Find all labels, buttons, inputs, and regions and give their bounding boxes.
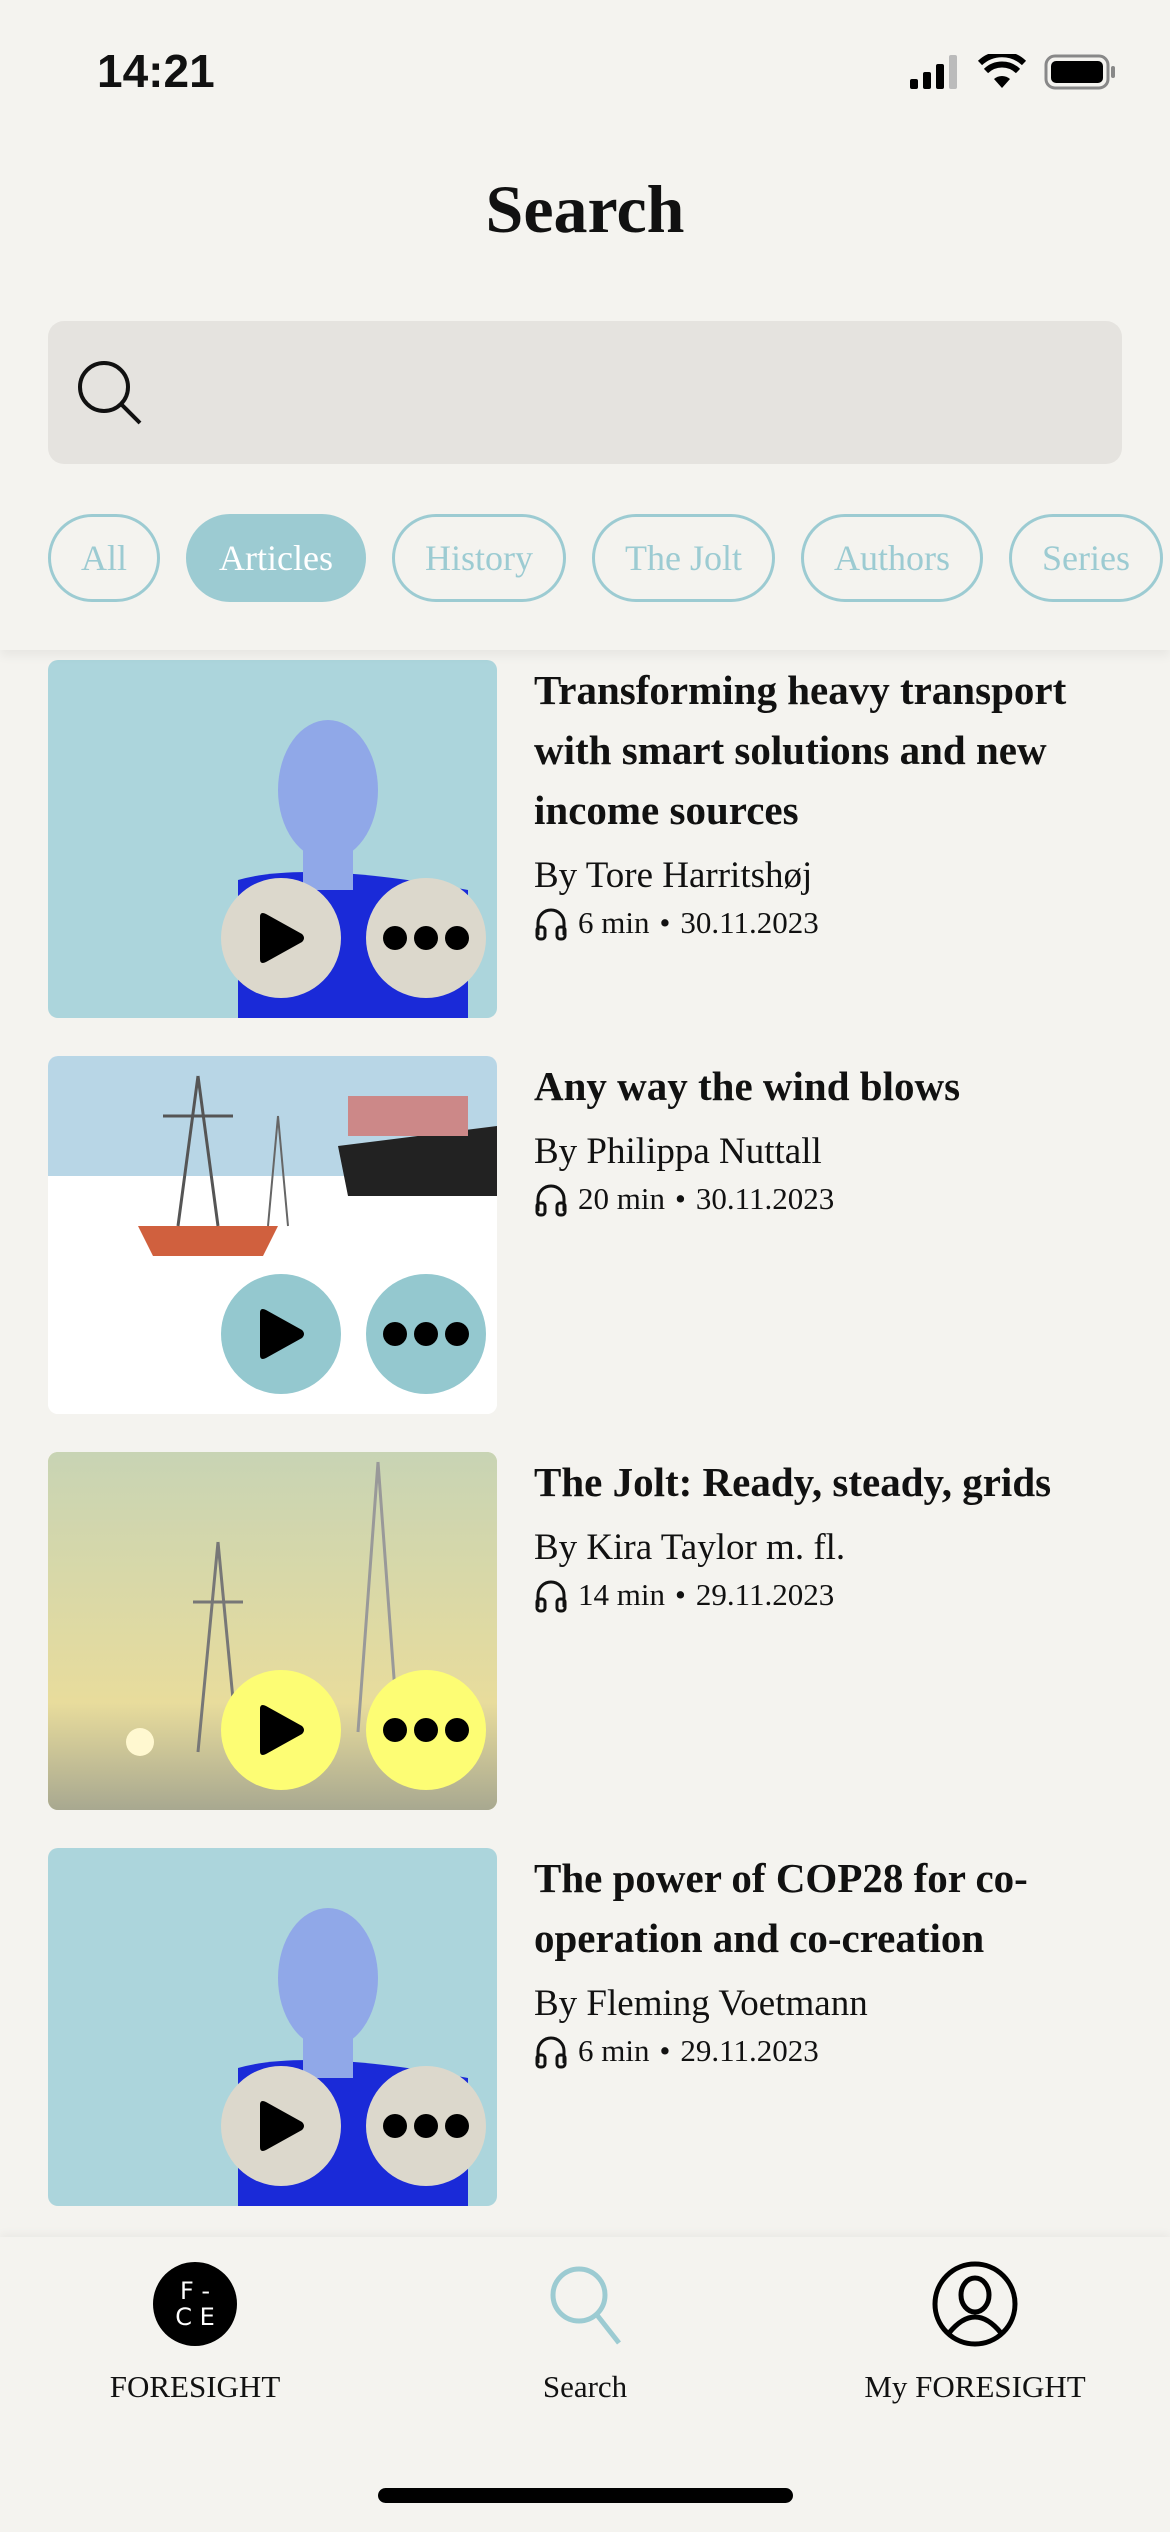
profile-icon — [932, 2261, 1018, 2347]
foresight-logo-icon: F -C E — [153, 2262, 237, 2346]
headphones-icon — [535, 1184, 567, 1217]
search-input[interactable] — [48, 321, 1122, 464]
article-duration: 14 min — [578, 1577, 665, 1612]
filter-chip-history[interactable]: History — [391, 514, 566, 602]
article-author: By Kira Taylor m. fl. — [534, 1527, 846, 1568]
header: 14:21 Search All Articles History The Jolt A… — [0, 0, 1170, 650]
article-thumbnail[interactable] — [48, 1056, 497, 1414]
more-options-button[interactable] — [366, 878, 486, 998]
more-icon — [383, 1718, 469, 1742]
article-date: 29.11.2023 — [695, 1577, 835, 1612]
article-date: 30.11.2023 — [695, 1181, 835, 1216]
status-bar: 14:21 — [0, 0, 1170, 140]
play-button[interactable] — [221, 878, 341, 998]
more-options-button[interactable] — [366, 2066, 486, 2186]
play-button[interactable] — [221, 2066, 341, 2186]
filter-chip-authors[interactable]: Authors — [800, 514, 983, 602]
article-list: Transforming heavy transport with smart … — [0, 660, 1170, 2244]
article-author: By Tore Harritshøj — [534, 855, 813, 896]
tab-label: Search — [542, 2369, 628, 2404]
article-duration: 6 min — [578, 2033, 650, 2068]
article-title[interactable]: Any way the wind blows — [534, 1056, 1134, 1116]
article-author: By Philippa Nuttall — [534, 1131, 822, 1172]
article-thumbnail[interactable] — [48, 1848, 497, 2206]
play-icon — [260, 1309, 304, 1359]
article-thumbnail[interactable] — [48, 1452, 497, 1810]
play-icon — [260, 913, 304, 963]
tab-my-foresight[interactable]: My FORESIGHT — [780, 2259, 1170, 2405]
tab-label: My FORESIGHT — [864, 2369, 1086, 2404]
wifi-icon — [978, 54, 1026, 88]
article-date: 30.11.2023 — [680, 905, 819, 940]
search-icon — [78, 361, 142, 425]
article-author: By Fleming Voetmann — [534, 1983, 868, 2024]
status-time: 14:21 — [97, 45, 215, 97]
meta-separator: • — [659, 905, 671, 940]
article-item[interactable]: Any way the wind blows By Philippa Nutta… — [0, 1056, 1170, 1452]
more-icon — [383, 926, 469, 950]
article-title[interactable]: The power of COP28 for co-operation and … — [534, 1848, 1134, 1968]
article-date: 29.11.2023 — [680, 2033, 819, 2068]
more-options-button[interactable] — [366, 1274, 486, 1394]
search-icon — [550, 2266, 621, 2345]
headphones-icon — [535, 1580, 567, 1613]
article-title[interactable]: The Jolt: Ready, steady, grids — [534, 1452, 1134, 1512]
filter-chip-articles[interactable]: Articles — [186, 514, 366, 602]
article-duration: 6 min — [578, 905, 650, 940]
more-options-button[interactable] — [366, 1670, 486, 1790]
article-thumbnail[interactable] — [48, 660, 497, 1018]
meta-separator: • — [674, 1577, 686, 1612]
meta-separator: • — [674, 1181, 686, 1216]
filter-chips: All Articles History The Jolt Authors Series — [48, 514, 1163, 602]
headphones-icon — [535, 908, 567, 941]
more-icon — [383, 1322, 469, 1346]
filter-chip-series[interactable]: Series — [1008, 514, 1163, 602]
article-item[interactable]: The Jolt: Ready, steady, grids By Kira T… — [0, 1452, 1170, 1848]
signal-icon — [910, 55, 957, 89]
svg-text:C E: C E — [175, 2303, 215, 2331]
article-item[interactable]: Transforming heavy transport with smart … — [0, 660, 1170, 1056]
filter-chip-the-jolt[interactable]: The Jolt — [591, 514, 775, 602]
article-item[interactable]: The power of COP28 for co-operation and … — [0, 1848, 1170, 2244]
svg-text:F -: F - — [180, 2277, 210, 2305]
play-icon — [260, 1705, 304, 1755]
article-duration: 20 min — [578, 1181, 665, 1216]
page-title: Search — [485, 171, 685, 247]
home-indicator — [378, 2488, 793, 2503]
play-icon — [260, 2101, 304, 2151]
tab-label: FORESIGHT — [109, 2369, 281, 2404]
tab-foresight[interactable]: F -C E FORESIGHT — [0, 2259, 390, 2405]
battery-icon — [1044, 54, 1115, 90]
tab-search[interactable]: Search — [390, 2259, 780, 2405]
more-icon — [383, 2114, 469, 2138]
article-title[interactable]: Transforming heavy transport with smart … — [534, 660, 1134, 840]
meta-separator: • — [659, 2033, 671, 2068]
play-button[interactable] — [221, 1670, 341, 1790]
headphones-icon — [535, 2036, 567, 2069]
filter-chip-all[interactable]: All — [48, 514, 161, 602]
play-button[interactable] — [221, 1274, 341, 1394]
